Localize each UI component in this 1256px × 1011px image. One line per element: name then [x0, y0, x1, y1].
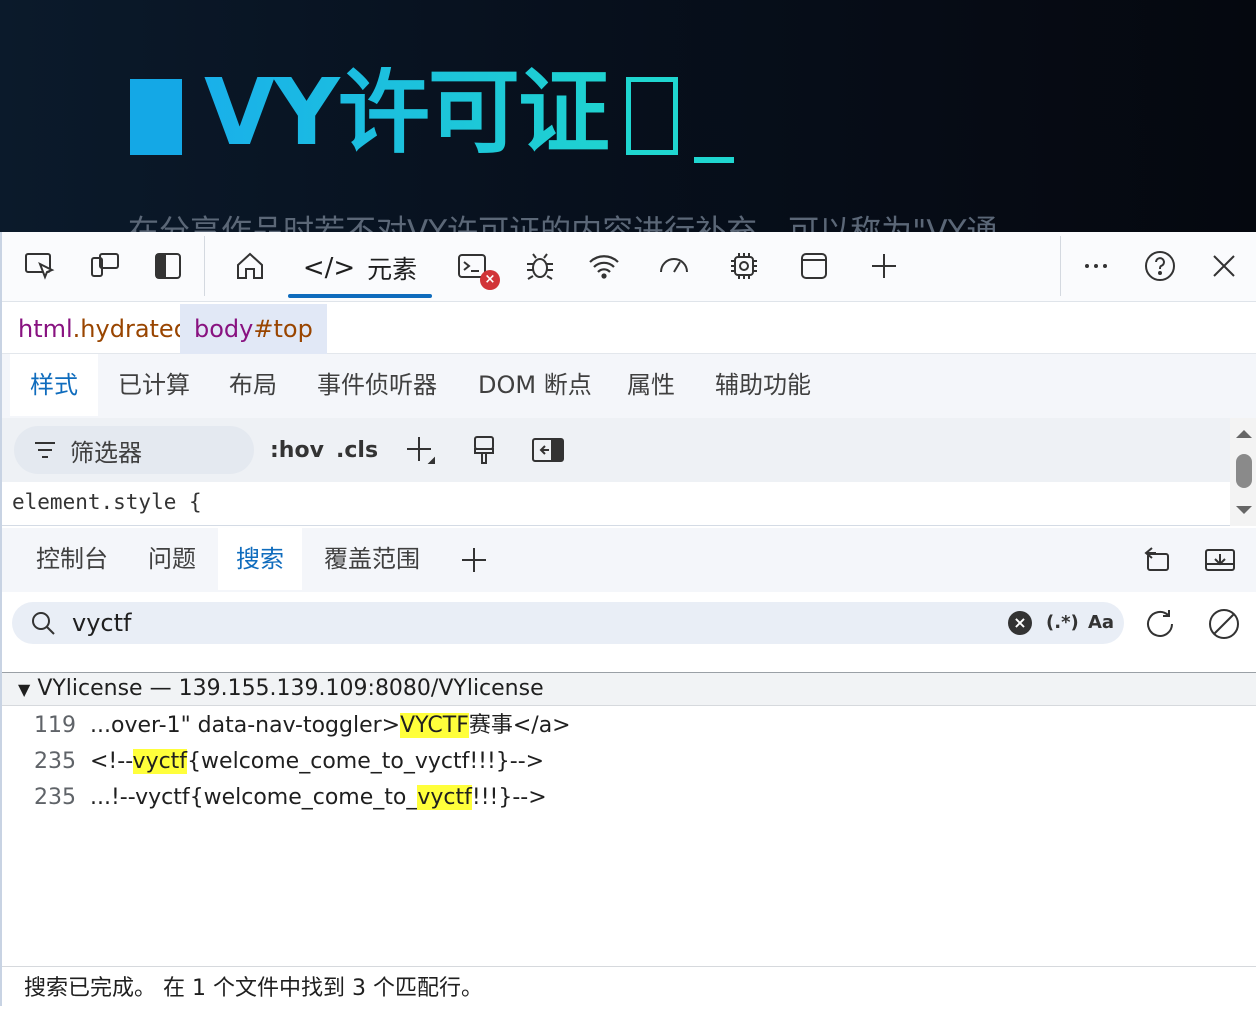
result-line-number: 235 [34, 749, 76, 774]
result-text-after: {welcome_come_to_vyctf!!!}--> [187, 749, 545, 774]
add-drawer-tab-icon[interactable] [452, 538, 496, 582]
result-text-after: 赛事</a> [468, 713, 571, 738]
result-file-header[interactable]: ▼ VYlicense — 139.155.139.109:8080/VYlic… [2, 672, 1256, 706]
result-line-number: 119 [34, 713, 76, 738]
hero-heading: VY许可证 [130, 58, 734, 168]
network-wifi-icon[interactable] [582, 244, 626, 288]
paint-brush-icon[interactable] [468, 428, 502, 472]
error-badge: × [480, 270, 500, 290]
styles-subtabs: 样式 已计算 布局 事件侦听器 DOM 断点 属性 辅助功能 [2, 354, 1256, 418]
hero-bar-decoration [130, 79, 182, 155]
breadcrumb-attr: #top [253, 315, 313, 343]
result-line-number: 235 [34, 785, 76, 810]
result-match: vyctf [417, 785, 472, 810]
search-input[interactable]: vyctf × (.*) Aa [12, 602, 1124, 644]
tab-properties[interactable]: 属性 [607, 354, 695, 416]
move-to-top-icon[interactable] [1134, 538, 1178, 582]
tab-issues[interactable]: 问题 [130, 528, 214, 590]
regex-toggle[interactable]: (.*) [1046, 602, 1079, 644]
devtools-toolbar: </> 元素 × [2, 232, 1256, 302]
filter-input[interactable]: 筛选器 [14, 426, 254, 474]
result-match: VYCTF [400, 713, 469, 738]
tab-search[interactable]: 搜索 [218, 528, 302, 590]
match-case-toggle[interactable]: Aa [1088, 602, 1114, 644]
home-icon[interactable] [228, 244, 272, 288]
performance-gauge-icon[interactable] [652, 244, 696, 288]
add-tool-icon[interactable] [862, 244, 906, 288]
code-brackets-icon: </> [302, 253, 356, 283]
tab-dom-breakpoints[interactable]: DOM 断点 [458, 354, 612, 416]
search-query: vyctf [72, 609, 132, 637]
dom-breadcrumb: html.hydrated body#top [2, 304, 1256, 354]
application-window-icon[interactable] [792, 244, 836, 288]
memory-chip-icon[interactable] [722, 244, 766, 288]
result-text-before: ...!--vyctf{welcome_come_to_ [90, 785, 418, 810]
search-icon [32, 612, 55, 635]
search-status: 搜索已完成。 在 1 个文件中找到 3 个匹配行。 [2, 966, 1256, 1006]
cls-toggle[interactable]: .cls [336, 428, 378, 472]
toolbar-divider [1060, 236, 1061, 296]
dock-drawer-icon[interactable] [1198, 538, 1242, 582]
tab-accessibility[interactable]: 辅助功能 [695, 354, 831, 416]
breadcrumb-tag: body [194, 315, 254, 343]
result-file-name: VYlicense — 139.155.139.109:8080/VYlicen… [37, 676, 544, 701]
styles-filter-bar: 筛选器 :hov .cls [2, 418, 1230, 482]
breadcrumb-tag: html [18, 315, 73, 343]
tab-styles[interactable]: 样式 [10, 354, 98, 416]
tab-computed[interactable]: 已计算 [98, 354, 210, 416]
search-result-row[interactable]: 235 <!--vyctf{welcome_come_to_vyctf!!!}-… [2, 744, 1256, 780]
hero-title: VY许可证 [204, 59, 610, 166]
clear-results-icon[interactable] [1202, 602, 1246, 646]
tab-elements-label: 元素 [367, 255, 418, 284]
dock-side-icon[interactable] [146, 244, 190, 288]
scrollbar-thumb[interactable] [1236, 454, 1252, 488]
search-result-row[interactable]: 235 ...!--vyctf{welcome_come_to_vyctf!!!… [2, 780, 1256, 816]
bug-icon[interactable] [518, 244, 562, 288]
search-result-row[interactable]: 119 ...over-1" data-nav-toggler>VYCTF赛事<… [2, 708, 1256, 744]
refresh-search-icon[interactable] [1138, 602, 1182, 646]
inspect-element-icon[interactable] [18, 244, 62, 288]
hero-subtitle: 在分享作品时若不对VY许可证的内容进行补充，可以称为"VY通 [128, 214, 998, 234]
missing-glyph-box [625, 77, 678, 155]
tab-coverage[interactable]: 覆盖范围 [306, 528, 438, 590]
new-style-rule-icon[interactable] [404, 428, 438, 472]
expand-triangle-icon: ▼ [18, 680, 31, 699]
toolbar-divider [204, 236, 205, 296]
breadcrumb-attr: .hydrated [72, 315, 189, 343]
element-style-rule[interactable]: element.style { [2, 482, 1230, 526]
devtools-panel: </> 元素 × html.hydrated body#top 样式 已计算 布… [0, 232, 1256, 1006]
filter-placeholder: 筛选器 [70, 438, 142, 467]
device-emulation-icon[interactable] [82, 244, 126, 288]
result-text-after: !!!}--> [471, 785, 547, 810]
tab-console[interactable]: 控制台 [18, 528, 126, 590]
breadcrumb-body[interactable]: body#top [180, 304, 327, 354]
breadcrumb-html[interactable]: html.hydrated [4, 304, 203, 354]
clear-search-icon[interactable]: × [1008, 611, 1032, 635]
result-text-before: ...over-1" data-nav-toggler> [90, 713, 401, 738]
page-preview: VY许可证 在分享作品时若不对VY许可证的内容进行补充，可以称为"VY通 [0, 0, 1256, 234]
hov-toggle[interactable]: :hov [270, 428, 324, 472]
tab-event-listeners[interactable]: 事件侦听器 [297, 354, 457, 416]
typing-cursor [693, 157, 734, 163]
styles-scrollbar[interactable] [1230, 418, 1256, 526]
more-options-icon[interactable] [1074, 244, 1118, 288]
close-devtools-icon[interactable] [1202, 244, 1246, 288]
tab-layout[interactable]: 布局 [209, 354, 297, 416]
help-icon[interactable] [1138, 244, 1182, 288]
result-match: vyctf [132, 749, 188, 774]
tab-elements[interactable]: </> 元素 [288, 240, 432, 298]
filter-icon [35, 442, 55, 458]
result-text-before: <!-- [90, 749, 133, 774]
drawer-tabs: 控制台 问题 搜索 覆盖范围 [2, 528, 1256, 592]
toggle-sidebar-icon[interactable] [530, 428, 564, 472]
